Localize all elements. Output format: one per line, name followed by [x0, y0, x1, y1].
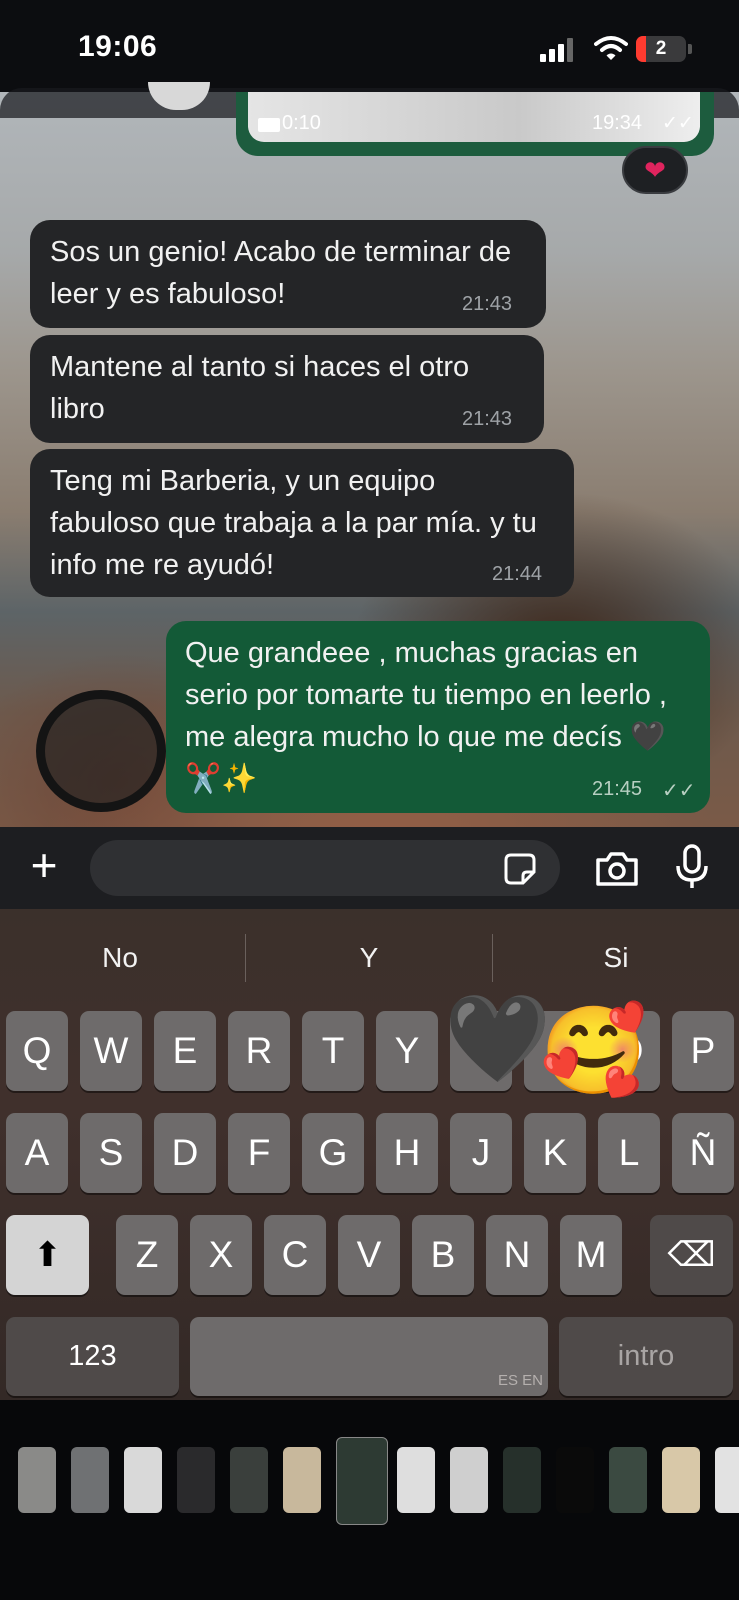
app-thumbnail[interactable]	[283, 1447, 321, 1513]
app-thumbnail[interactable]	[177, 1447, 215, 1513]
message-text: Que grandeee , muchas gracias en serio p…	[185, 637, 667, 795]
wifi-icon	[594, 36, 628, 60]
key-x[interactable]: X	[190, 1215, 252, 1295]
key-r[interactable]: R	[228, 1011, 290, 1091]
cellular-signal-icon	[540, 38, 576, 62]
numbers-key[interactable]: 123	[6, 1317, 179, 1396]
key-g[interactable]: G	[302, 1113, 364, 1193]
suggestion-no[interactable]: No	[0, 922, 240, 994]
app-thumbnail[interactable]	[503, 1447, 541, 1513]
key-k[interactable]: K	[524, 1113, 586, 1193]
suggestion-y[interactable]: Y	[249, 922, 489, 994]
message-input[interactable]	[90, 840, 560, 896]
key-ñ[interactable]: Ñ	[672, 1113, 734, 1193]
app-thumbnail[interactable]	[124, 1447, 162, 1513]
space-language-label: ES EN	[498, 1372, 544, 1389]
return-key[interactable]: intro	[559, 1317, 733, 1396]
app-thumbnail[interactable]	[18, 1447, 56, 1513]
video-time: 19:34	[592, 112, 643, 134]
key-z[interactable]: Z	[116, 1215, 178, 1295]
app-thumbnail[interactable]	[662, 1447, 700, 1513]
key-l[interactable]: L	[598, 1113, 660, 1193]
delete-key[interactable]: ⌫	[650, 1215, 733, 1295]
message-text: Teng mi Barberia, y un equipo fabuloso q…	[50, 465, 537, 581]
suggestion-divider	[245, 934, 246, 982]
key-q[interactable]: Q	[6, 1011, 68, 1091]
app-thumbnail[interactable]	[336, 1437, 388, 1525]
message-text: Mantene al tanto si haces el otro libro	[50, 351, 470, 425]
key-b[interactable]: B	[412, 1215, 474, 1295]
app-thumbnail[interactable]	[715, 1447, 739, 1513]
key-s[interactable]: S	[80, 1113, 142, 1193]
key-j[interactable]: J	[450, 1113, 512, 1193]
video-camera-icon	[258, 118, 280, 132]
key-h[interactable]: H	[376, 1113, 438, 1193]
app-thumbnail[interactable]	[230, 1447, 268, 1513]
key-t[interactable]: T	[302, 1011, 364, 1091]
app-thumbnail[interactable]	[71, 1447, 109, 1513]
read-ticks-icon: ✓✓	[662, 780, 696, 802]
message-time: 21:44	[492, 563, 543, 585]
shift-key[interactable]: ⬆	[6, 1215, 89, 1295]
black-heart-emoji: 🖤	[444, 991, 552, 1087]
message-time: 21:43	[462, 293, 513, 315]
key-n[interactable]: N	[486, 1215, 548, 1295]
read-ticks-icon: ✓✓	[662, 113, 694, 134]
key-c[interactable]: C	[264, 1215, 326, 1295]
microphone-icon[interactable]	[674, 844, 710, 890]
key-w[interactable]: W	[80, 1011, 142, 1091]
suggestion-si[interactable]: Si	[496, 922, 736, 994]
key-m[interactable]: M	[560, 1215, 622, 1295]
key-v[interactable]: V	[338, 1215, 400, 1295]
battery-level: 2	[655, 38, 667, 59]
message-time: 21:43	[462, 408, 513, 430]
key-a[interactable]: A	[6, 1113, 68, 1193]
message-text: Sos un genio! Acabo de terminar de leer …	[50, 236, 512, 310]
sticker-icon[interactable]	[503, 852, 537, 886]
key-d[interactable]: D	[154, 1113, 216, 1193]
suggestion-divider	[492, 934, 493, 982]
status-time: 19:06	[78, 30, 158, 63]
battery-cap	[688, 44, 692, 54]
heart-reaction[interactable]: ❤	[622, 146, 688, 194]
space-key[interactable]	[190, 1317, 548, 1396]
app-thumbnail[interactable]	[450, 1447, 488, 1513]
wallpaper-sunglasses	[36, 690, 166, 812]
app-thumbnail[interactable]	[556, 1447, 594, 1513]
smiling-hearts-emoji: 🥰	[540, 1003, 648, 1099]
app-thumbnail[interactable]	[609, 1447, 647, 1513]
battery-icon: 2	[636, 36, 686, 62]
message-time: 21:45	[592, 778, 643, 800]
camera-icon[interactable]	[594, 850, 640, 888]
video-duration: 0:10	[282, 112, 321, 134]
key-p[interactable]: P	[672, 1011, 734, 1091]
app-thumbnail[interactable]	[397, 1447, 435, 1513]
key-e[interactable]: E	[154, 1011, 216, 1091]
key-f[interactable]: F	[228, 1113, 290, 1193]
attach-plus-button[interactable]: +	[22, 842, 66, 889]
key-y[interactable]: Y	[376, 1011, 438, 1091]
